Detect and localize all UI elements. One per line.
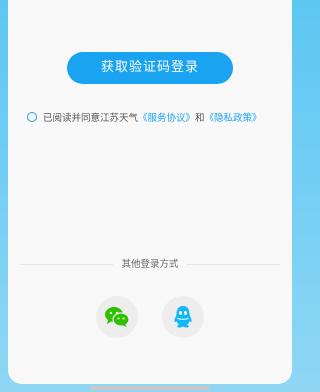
service-agreement-link[interactable]: 《服务协议》 [138,110,195,124]
get-code-login-button[interactable]: 获取验证码登录 [67,52,233,84]
qq-login-button[interactable] [162,296,204,338]
wechat-login-button[interactable] [96,296,138,338]
home-indicator [90,386,210,390]
agreement-row: 已阅读并同意江苏天气 《服务协议》 和 《隐私政策》 [27,110,262,124]
agreement-conjunction: 和 [195,113,205,124]
other-login-heading: 其他登录方式 [0,256,300,272]
other-login-title: 其他登录方式 [113,259,187,270]
agreement-radio[interactable] [27,112,37,122]
wechat-icon [105,307,130,327]
qq-icon [174,306,192,328]
agreement-prefix: 已阅读并同意江苏天气 [43,113,139,124]
privacy-policy-link[interactable]: 《隐私政策》 [205,110,262,124]
